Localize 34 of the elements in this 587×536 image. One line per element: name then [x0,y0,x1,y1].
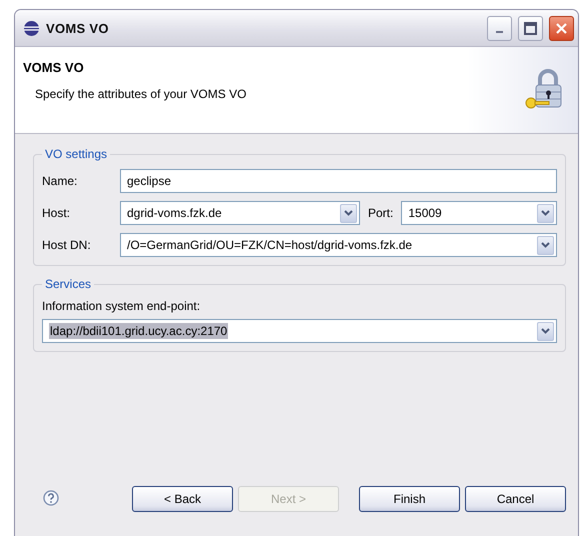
close-button[interactable] [549,16,574,40]
combo-box[interactable]: 15009 [401,201,557,225]
page-title: VOMS VO [23,60,85,75]
chevron-down-icon [541,242,550,248]
dropdown-button[interactable] [340,204,357,222]
combo-box[interactable]: dgrid-voms.fzk.de [120,201,360,225]
dropdown-button[interactable] [537,236,554,254]
maximize-icon [524,22,537,34]
chevron-down-icon [541,328,550,334]
window-title: VOMS VO [46,20,110,36]
dropdown-button[interactable] [537,204,554,222]
wizard-button[interactable]: < Back [132,486,233,512]
group-title: Services [42,277,94,291]
field-label: Name: [42,174,78,188]
wizard-button[interactable]: Finish [359,486,460,512]
close-icon [555,22,568,34]
wizard-button[interactable]: Cancel [465,486,566,512]
field-label: Information system end-point: [42,299,202,313]
group-title: VO settings [42,147,110,161]
maximize-button[interactable] [518,16,543,40]
app-icon [23,20,40,36]
minimize-button[interactable] [487,16,512,40]
page-description: Specify the attributes of your VOMS VO [35,87,248,101]
field-label: Host: [42,206,72,220]
field-label: Host DN: [42,238,92,252]
help-icon[interactable] [43,490,59,506]
dropdown-button[interactable] [537,322,554,340]
minimize-icon [496,31,503,33]
chevron-down-icon [344,210,353,216]
combo-box[interactable]: ldap://bdii101.grid.ucy.ac.cy:2170 [42,319,557,343]
combo-box[interactable]: /O=GermanGrid/OU=FZK/CN=host/dgrid-voms.fzk.de [120,233,557,257]
text-field[interactable]: geclipse [120,169,557,193]
field-label: Port: [368,206,394,220]
chevron-down-icon [541,210,550,216]
